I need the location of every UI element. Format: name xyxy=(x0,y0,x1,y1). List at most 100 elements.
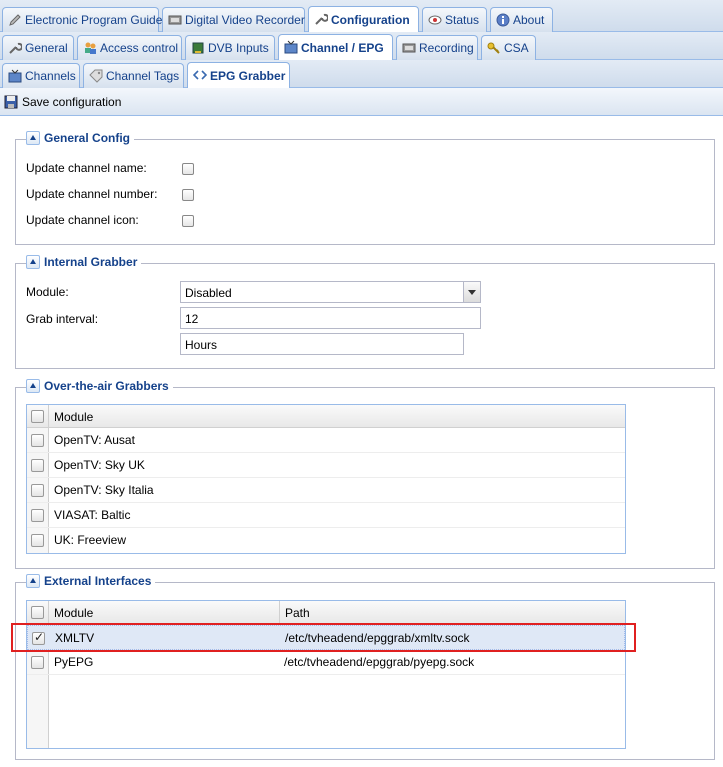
key-icon xyxy=(487,42,500,54)
row-checkbox[interactable] xyxy=(31,534,44,547)
table-row[interactable]: UK: Freeview xyxy=(27,528,625,553)
tv-icon xyxy=(8,69,22,83)
table-row[interactable]: VIASAT: Baltic xyxy=(27,503,625,528)
select-all-cell xyxy=(27,601,49,624)
tab-epg-grabber[interactable]: EPG Grabber xyxy=(187,62,290,88)
tab-label: Channel Tags xyxy=(106,69,180,83)
row-checkbox[interactable] xyxy=(31,509,44,522)
tv-icon xyxy=(284,40,298,54)
grab-interval-input[interactable]: 12 xyxy=(180,307,481,329)
tab-label: Channels xyxy=(25,69,76,83)
tab-channel-tags[interactable]: Channel Tags xyxy=(83,63,184,88)
tab-label: Recording xyxy=(419,41,474,55)
row-checkbox[interactable] xyxy=(31,484,44,497)
tab-configuration[interactable]: Configuration xyxy=(308,6,419,32)
table-row[interactable]: OpenTV: Sky UK xyxy=(27,453,625,478)
table-row[interactable]: OpenTV: Ausat xyxy=(27,428,625,453)
tab-channels[interactable]: Channels xyxy=(2,63,80,88)
tab-access-control[interactable]: Access control xyxy=(77,35,182,60)
grab-interval-label: Grab interval: xyxy=(26,312,99,326)
select-all-cell xyxy=(27,405,49,428)
row-module: OpenTV: Ausat xyxy=(54,433,135,447)
tab-channel-epg[interactable]: Channel / EPG xyxy=(278,34,393,60)
row-path: /etc/tvheadend/epggrab/pyepg.sock xyxy=(284,655,475,669)
ota-grabbers-grid: Module OpenTV: Ausat OpenTV: Sky UK Open… xyxy=(26,404,626,554)
tab-label: Configuration xyxy=(331,12,410,27)
update-channel-name-label: Update channel name: xyxy=(26,161,147,175)
legend-title: Over-the-air Grabbers xyxy=(44,379,169,393)
column-header-module[interactable]: Module xyxy=(49,405,625,428)
row-module: PyEPG xyxy=(54,655,94,669)
external-interfaces-grid: Module Path XMLTV /etc/tvheadend/epggrab… xyxy=(26,600,626,749)
tab-csa[interactable]: CSA xyxy=(481,35,536,60)
tab-general[interactable]: General xyxy=(2,35,74,60)
select-all-checkbox[interactable] xyxy=(31,606,44,619)
tab-label: Channel / EPG xyxy=(301,40,384,55)
row-module: OpenTV: Sky UK xyxy=(54,458,145,472)
tab-label: EPG Grabber xyxy=(210,68,286,83)
update-channel-icon-label: Update channel icon: xyxy=(26,213,139,227)
tab-label: Digital Video Recorder xyxy=(185,13,305,27)
tab-dvb-inputs[interactable]: DVB Inputs xyxy=(185,35,275,60)
ota-grabbers-legend: Over-the-air Grabbers xyxy=(26,379,173,393)
module-label: Module: xyxy=(26,285,69,299)
row-checkbox[interactable] xyxy=(32,630,45,645)
tab-label: DVB Inputs xyxy=(208,41,269,55)
users-icon xyxy=(85,42,96,54)
table-row[interactable]: XMLTV /etc/tvheadend/epggrab/xmltv.sock xyxy=(27,625,625,650)
tab-label: Electronic Program Guide xyxy=(25,13,163,27)
row-module: XMLTV xyxy=(55,631,95,645)
legend-title: General Config xyxy=(44,131,131,145)
table-row[interactable]: OpenTV: Sky Italia xyxy=(27,478,625,503)
tab-label: Status xyxy=(445,13,480,27)
grid-header: Module xyxy=(27,405,625,428)
row-module: OpenTV: Sky Italia xyxy=(54,483,154,497)
table-row[interactable]: PyEPG /etc/tvheadend/epggrab/pyepg.sock xyxy=(27,650,625,675)
grab-interval-unit-select[interactable]: Hours xyxy=(180,333,464,355)
tab-about[interactable]: About xyxy=(490,7,553,32)
legend-title: External Interfaces xyxy=(44,574,152,588)
row-checkbox[interactable] xyxy=(31,656,44,669)
tab-dvr[interactable]: Digital Video Recorder xyxy=(162,7,305,32)
grid-header: Module Path xyxy=(27,601,625,624)
card-icon xyxy=(192,42,204,54)
wrench-icon xyxy=(9,42,22,54)
external-interfaces-legend: External Interfaces xyxy=(26,574,156,588)
update-channel-icon-checkbox[interactable] xyxy=(182,215,194,227)
legend-title: Internal Grabber xyxy=(44,255,138,269)
info-icon xyxy=(496,13,510,27)
tag-icon xyxy=(89,69,103,83)
collapse-toggle[interactable] xyxy=(26,574,40,588)
update-channel-number-checkbox[interactable] xyxy=(182,189,194,201)
tab-label: About xyxy=(513,13,545,27)
row-module: VIASAT: Baltic xyxy=(54,508,131,522)
column-header-module[interactable]: Module xyxy=(49,601,280,624)
collapse-toggle[interactable] xyxy=(26,131,40,145)
row-checkbox[interactable] xyxy=(31,434,44,447)
tab-label: CSA xyxy=(504,41,529,55)
column-header-path[interactable]: Path xyxy=(280,601,625,624)
save-configuration-button[interactable]: Save configuration xyxy=(4,93,121,111)
module-select[interactable]: Disabled xyxy=(180,281,481,303)
pencil-icon xyxy=(9,14,21,26)
general-config-legend: General Config xyxy=(26,131,135,145)
code-icon xyxy=(193,70,207,80)
wrench-icon xyxy=(315,13,328,25)
tab-label: General xyxy=(25,41,68,55)
channel-tab-bar: Channels Channel Tags EPG Grabber xyxy=(0,60,723,88)
select-all-checkbox[interactable] xyxy=(31,410,44,423)
update-channel-name-checkbox[interactable] xyxy=(182,163,194,175)
chevron-down-icon[interactable] xyxy=(463,282,480,302)
eye-icon xyxy=(428,15,442,25)
collapse-toggle[interactable] xyxy=(26,379,40,393)
floppy-disk-icon xyxy=(4,95,18,109)
tab-epg[interactable]: Electronic Program Guide xyxy=(2,7,163,32)
film-icon xyxy=(402,43,416,53)
collapse-toggle[interactable] xyxy=(26,255,40,269)
tab-status[interactable]: Status xyxy=(422,7,487,32)
film-icon xyxy=(168,15,182,25)
row-checkbox[interactable] xyxy=(31,459,44,472)
internal-grabber-legend: Internal Grabber xyxy=(26,255,142,269)
tab-recording[interactable]: Recording xyxy=(396,35,478,60)
row-path: /etc/tvheadend/epggrab/xmltv.sock xyxy=(285,631,470,645)
